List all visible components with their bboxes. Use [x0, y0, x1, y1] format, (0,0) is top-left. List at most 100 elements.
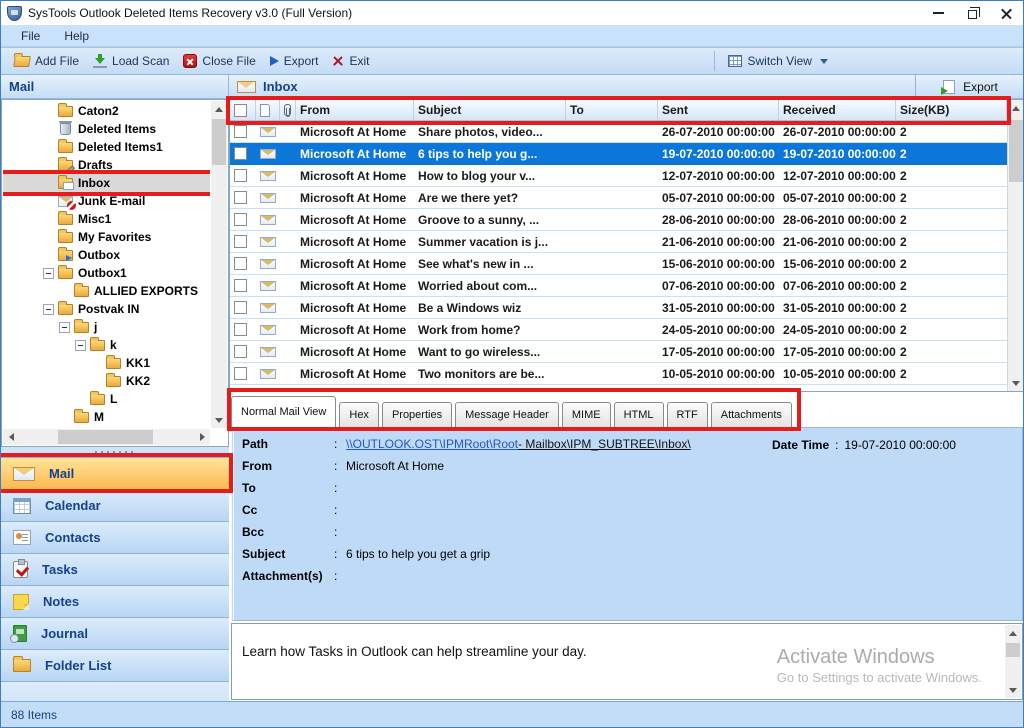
collapse-toggle-icon[interactable] [59, 322, 70, 333]
scroll-up-icon[interactable] [1005, 625, 1021, 641]
email-row[interactable]: Microsoft At HomeWork from home?24-05-20… [230, 319, 1007, 341]
tab-html[interactable]: HTML [614, 402, 664, 427]
tree-item-outbox[interactable]: Outbox [3, 246, 210, 264]
scrollbar-thumb[interactable] [1009, 120, 1023, 182]
tree-item-j[interactable]: j [3, 318, 210, 336]
row-checkbox[interactable] [234, 345, 247, 358]
tree-horizontal-scrollbar[interactable] [3, 429, 210, 445]
email-row[interactable]: Microsoft At HomeHow to blog your v...12… [230, 165, 1007, 187]
tree-item-inbox[interactable]: Inbox [3, 174, 210, 192]
nav-item-contacts[interactable]: Contacts [1, 521, 229, 553]
column-header-size-kb[interactable]: Size(KB) [896, 100, 1007, 120]
scrollbar-thumb[interactable] [212, 119, 226, 165]
panel-splitter[interactable] [1, 447, 229, 457]
scrollbar-thumb[interactable] [58, 430, 153, 444]
minimize-button[interactable] [921, 1, 955, 25]
row-checkbox[interactable] [234, 257, 247, 270]
nav-item-mail[interactable]: Mail [1, 457, 229, 489]
nav-item-journal[interactable]: Journal [1, 617, 229, 649]
restore-button[interactable] [955, 1, 989, 25]
row-checkbox[interactable] [234, 147, 247, 160]
switch-view-button[interactable]: Switch View [721, 49, 834, 73]
email-row[interactable]: Microsoft At HomeWant to go wireless...1… [230, 341, 1007, 363]
tree-item-junk-e-mail[interactable]: Junk E-mail [3, 192, 210, 210]
scrollbar-thumb[interactable] [1006, 643, 1020, 657]
scroll-down-icon[interactable] [1005, 682, 1021, 698]
tab-normal-mail-view[interactable]: Normal Mail View [231, 396, 336, 427]
tab-rtf[interactable]: RTF [667, 402, 708, 427]
row-checkbox[interactable] [234, 213, 247, 226]
tab-hex[interactable]: Hex [339, 402, 379, 427]
scroll-up-icon[interactable] [1008, 100, 1024, 116]
list-vertical-scrollbar[interactable] [1007, 100, 1024, 391]
tab-attachments[interactable]: Attachments [711, 402, 792, 427]
scroll-down-icon[interactable] [211, 412, 227, 428]
tree-item-deleted-items1[interactable]: Deleted Items1 [3, 138, 210, 156]
item-type-column[interactable] [256, 100, 280, 120]
tree-item-drafts[interactable]: Drafts [3, 156, 210, 174]
email-row[interactable]: Microsoft At HomeWorried about com...07-… [230, 275, 1007, 297]
email-row[interactable]: Microsoft At HomeTwo monitors are be...1… [230, 363, 1007, 385]
attachment-column[interactable] [280, 100, 296, 120]
nav-item-folder-list[interactable]: Folder List [1, 649, 229, 681]
email-row[interactable]: Microsoft At HomeShare photos, video...2… [230, 121, 1007, 143]
row-checkbox[interactable] [234, 125, 247, 138]
tree-item-kk1[interactable]: KK1 [3, 354, 210, 372]
toolbar-button-close-file[interactable]: Close File [176, 49, 262, 73]
collapse-toggle-icon[interactable] [43, 304, 54, 315]
email-row-partial[interactable] [230, 385, 1007, 391]
column-header-from[interactable]: From [296, 100, 414, 120]
select-all-checkbox[interactable] [234, 104, 247, 117]
menu-item-file[interactable]: File [9, 25, 52, 46]
row-checkbox[interactable] [234, 301, 247, 314]
body-vertical-scrollbar[interactable] [1005, 625, 1021, 698]
row-checkbox[interactable] [234, 279, 247, 292]
tree-item-l[interactable]: L [3, 390, 210, 408]
tree-vertical-scrollbar[interactable] [211, 101, 227, 428]
row-checkbox[interactable] [234, 389, 247, 391]
collapse-toggle-icon[interactable] [43, 268, 54, 279]
row-checkbox[interactable] [234, 169, 247, 182]
email-row[interactable]: Microsoft At HomeSee what's new in ...15… [230, 253, 1007, 275]
export-button[interactable]: Export [915, 75, 1024, 98]
toolbar-button-export[interactable]: Export [263, 49, 326, 73]
tree-item-kk2[interactable]: KK2 [3, 372, 210, 390]
email-row[interactable]: Microsoft At HomeBe a Windows wiz31-05-2… [230, 297, 1007, 319]
email-row[interactable]: Microsoft At HomeGroove to a sunny, ...2… [230, 209, 1007, 231]
path-link[interactable]: \\OUTLOOK.OST\IPMRoot\Root [346, 437, 518, 451]
email-row[interactable]: Microsoft At HomeAre we there yet?05-07-… [230, 187, 1007, 209]
tree-item-deleted-items[interactable]: Deleted Items [3, 120, 210, 138]
nav-item-calendar[interactable]: Calendar [1, 489, 229, 521]
tree-item-m[interactable]: M [3, 408, 210, 426]
collapse-toggle-icon[interactable] [75, 340, 86, 351]
nav-item-tasks[interactable]: Tasks [1, 553, 229, 585]
column-header-to[interactable]: To [566, 100, 658, 120]
menu-item-help[interactable]: Help [52, 25, 101, 46]
tab-message-header[interactable]: Message Header [455, 402, 559, 427]
tree-item-postvak-in[interactable]: Postvak IN [3, 300, 210, 318]
toolbar-button-add-file[interactable]: Add File [7, 49, 86, 73]
row-checkbox[interactable] [234, 235, 247, 248]
select-all-cell[interactable] [230, 100, 256, 120]
scroll-left-icon[interactable] [3, 429, 19, 445]
scroll-up-icon[interactable] [211, 101, 227, 117]
tab-mime[interactable]: MIME [562, 402, 611, 427]
column-header-sent[interactable]: Sent [658, 100, 779, 120]
row-checkbox[interactable] [234, 191, 247, 204]
toolbar-button-exit[interactable]: Exit [325, 49, 376, 73]
tab-properties[interactable]: Properties [382, 402, 452, 427]
column-header-subject[interactable]: Subject [414, 100, 566, 120]
email-row[interactable]: Microsoft At Home6 tips to help you g...… [230, 143, 1007, 165]
nav-item-notes[interactable]: Notes [1, 585, 229, 617]
email-row[interactable]: Microsoft At HomeSummer vacation is j...… [230, 231, 1007, 253]
tree-item-k[interactable]: k [3, 336, 210, 354]
tree-item-my-favorites[interactable]: My Favorites [3, 228, 210, 246]
tree-item-allied-exports[interactable]: ALLIED EXPORTS [3, 282, 210, 300]
scroll-right-icon[interactable] [194, 429, 210, 445]
toolbar-button-load-scan[interactable]: Load Scan [86, 49, 176, 73]
column-header-received[interactable]: Received [779, 100, 896, 120]
tree-item-outbox1[interactable]: Outbox1 [3, 264, 210, 282]
scroll-down-icon[interactable] [1008, 375, 1024, 391]
row-checkbox[interactable] [234, 367, 247, 380]
row-checkbox[interactable] [234, 323, 247, 336]
